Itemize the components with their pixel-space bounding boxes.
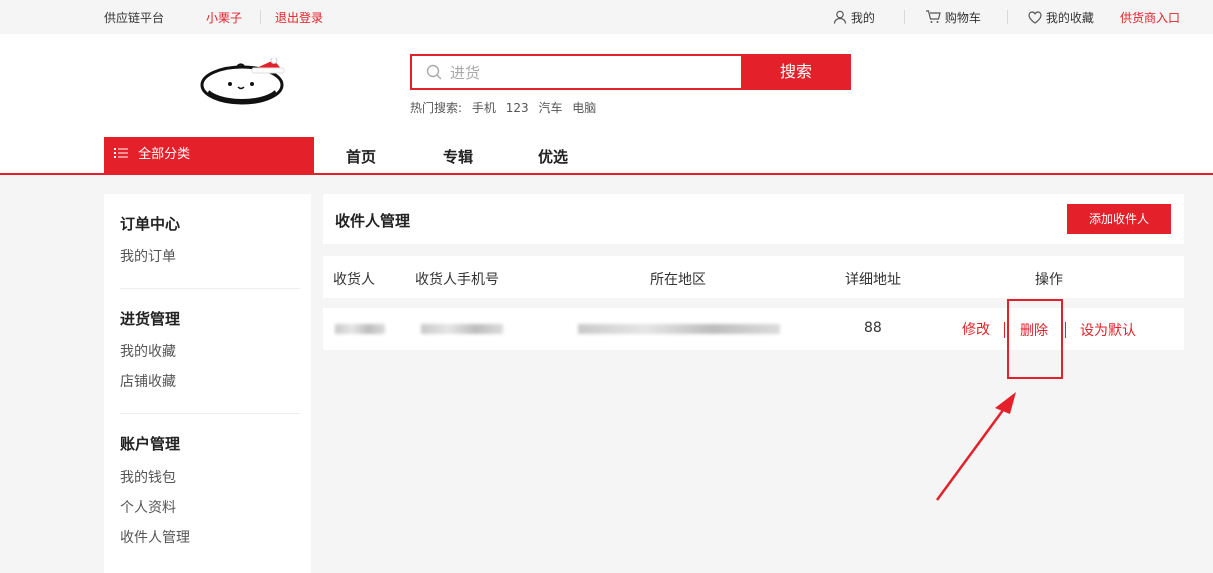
annotation-arrow	[935, 392, 1016, 501]
